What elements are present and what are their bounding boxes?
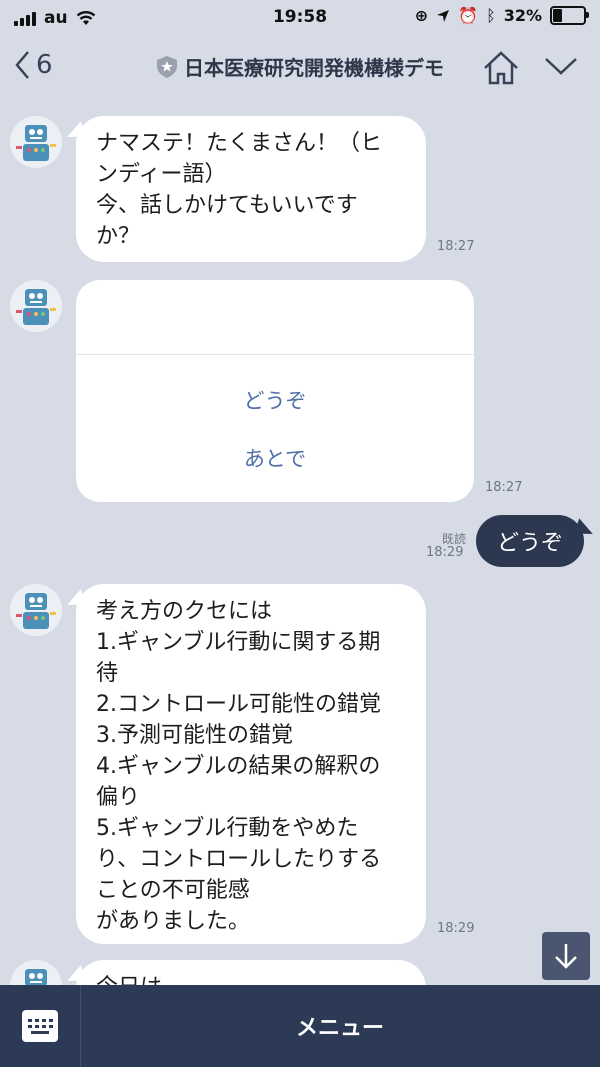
home-button[interactable] — [482, 50, 520, 90]
robot-icon — [16, 125, 56, 161]
orientation-lock-icon: ⊕ — [414, 6, 429, 25]
option-button-atode[interactable]: あとで — [76, 444, 474, 475]
message-line: 偏り — [96, 785, 141, 810]
user-message-bubble[interactable]: どうぞ — [476, 515, 584, 567]
dropdown-button[interactable] — [544, 56, 578, 80]
unread-count: 6 — [36, 50, 53, 80]
bot-avatar[interactable] — [10, 116, 62, 168]
message-line: ンディー語） — [96, 162, 227, 187]
chat-area[interactable]: ナマステ！たくまさん！（ヒ ンディー語） 今、話しかけてもいいです か？ 18:… — [0, 100, 600, 985]
chat-title-text: 日本医療研究開発機構様デモ — [184, 56, 444, 80]
message-line: り、コントロールしたりする — [96, 847, 382, 872]
message-line: がありました。 — [96, 909, 251, 934]
keyboard-icon — [22, 1010, 58, 1042]
robot-icon — [25, 969, 47, 985]
keyboard-toggle-button[interactable] — [0, 985, 81, 1067]
message-line: 今日は — [96, 972, 406, 985]
bot-avatar[interactable] — [10, 960, 62, 985]
message-line: 3.予測可能性の錯覚 — [96, 723, 293, 748]
message-line: 4.ギャンブルの結果の解釈の — [96, 754, 381, 779]
message-line: 考え方のクセには — [96, 599, 273, 624]
option-button-douzo[interactable]: どうぞ — [76, 386, 474, 417]
battery-icon — [550, 6, 589, 25]
message-timestamp: 18:29 — [426, 545, 464, 560]
arrow-down-icon — [555, 944, 577, 969]
message-line: か？ — [96, 224, 141, 249]
message-line: ナマステ！たくまさん！（ヒ — [96, 131, 383, 156]
menu-button[interactable]: メニュー — [80, 985, 600, 1067]
message-timestamp: 18:27 — [485, 480, 523, 495]
shield-icon — [157, 55, 177, 78]
chevron-left-icon — [15, 51, 29, 79]
message-line: 2.コントロール可能性の錯覚 — [96, 692, 381, 717]
chat-title: 日本医療研究開発機構様デモ — [140, 52, 460, 81]
status-bar: au 19:58 ⊕ ⏰ ᛒ 32% — [0, 0, 600, 36]
message-bubble[interactable]: 今日は — [76, 960, 426, 985]
message-bubble[interactable]: 考え方のクセには 1.ギャンブル行動に関する期 待 2.コントロール可能性の錯覚… — [76, 584, 426, 944]
message-line: 待 — [96, 661, 119, 686]
message-line: 1.ギャンブル行動に関する期 — [96, 630, 381, 655]
message-bubble[interactable]: ナマステ！たくまさん！（ヒ ンディー語） 今、話しかけてもいいです か？ — [76, 116, 426, 262]
bot-avatar[interactable] — [10, 280, 62, 332]
card-divider — [76, 354, 474, 355]
location-icon — [437, 9, 450, 22]
bottom-bar: メニュー — [0, 985, 600, 1067]
chevron-down-icon — [545, 58, 577, 75]
robot-icon — [16, 593, 56, 629]
alarm-icon: ⏰ — [458, 6, 479, 25]
bot-avatar[interactable] — [10, 584, 62, 636]
home-icon — [484, 51, 518, 85]
message-line: 5.ギャンブル行動をやめた — [96, 816, 359, 841]
robot-icon — [16, 289, 56, 325]
message-timestamp: 18:29 — [437, 921, 475, 936]
message-line: ことの不可能感 — [96, 878, 250, 903]
scroll-to-bottom-button[interactable] — [542, 932, 590, 980]
bluetooth-icon: ᛒ — [486, 6, 496, 25]
options-card: どうぞ あとで — [76, 280, 474, 502]
message-line: 今、話しかけてもいいです — [96, 193, 358, 218]
chat-header: 6 日本医療研究開発機構様デモ — [0, 36, 600, 100]
back-button[interactable]: 6 — [14, 50, 53, 80]
message-timestamp: 18:27 — [437, 239, 475, 254]
battery-percent: 32% — [503, 6, 542, 25]
